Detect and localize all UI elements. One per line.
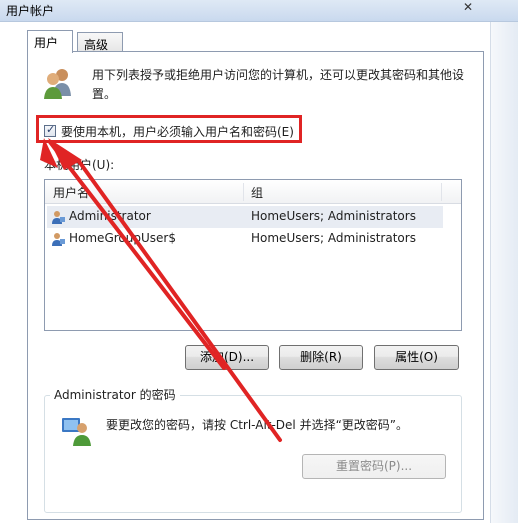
properties-button[interactable]: 属性(O) <box>374 345 459 370</box>
users-icon <box>44 69 71 99</box>
table-row[interactable]: HomeGroupUser$ HomeUsers; Administrators <box>47 228 443 250</box>
tab-users[interactable]: 用户 <box>27 30 73 53</box>
users-list: 用户名 组 Administrator HomeUsers; Administr… <box>44 179 462 331</box>
column-divider[interactable] <box>441 183 442 201</box>
password-groupbox-title: Administrator 的密码 <box>50 386 180 403</box>
add-user-button[interactable]: 添加(D)... <box>185 345 269 370</box>
user-accounts-window: 用户帐户 ✕ 用户 高级 用下列表授予或拒绝用户访问您的计算机，还可以更改其密码… <box>0 0 518 523</box>
intro-text: 用下列表授予或拒绝用户访问您的计算机，还可以更改其密码和其他设置。 <box>92 68 465 101</box>
user-icon <box>52 233 65 246</box>
delete-user-button[interactable]: 删除(R) <box>279 345 363 370</box>
user-name-cell: HomeGroupUser$ <box>69 231 176 245</box>
user-icon <box>52 211 65 224</box>
user-name-cell: Administrator <box>69 209 151 223</box>
admin-user-icon <box>62 418 91 446</box>
require-login-label[interactable]: 要使用本机，用户必须输入用户名和密码(E) <box>61 123 294 140</box>
window-title: 用户帐户 <box>6 4 55 18</box>
users-list-header: 用户名 组 <box>45 180 461 204</box>
close-icon[interactable]: ✕ <box>458 0 478 18</box>
table-row[interactable]: Administrator HomeUsers; Administrators <box>47 206 443 228</box>
password-change-hint: 要更改您的密码，请按 Ctrl-Alt-Del 并选择“更改密码”。 <box>106 418 409 432</box>
column-header-group[interactable]: 组 <box>251 184 263 201</box>
reset-password-button[interactable]: 重置密码(P)... <box>302 454 446 479</box>
local-users-label: 本机用户(U): <box>44 158 115 172</box>
window-frame-edge <box>490 22 518 523</box>
require-login-checkbox[interactable] <box>44 123 56 137</box>
users-tab-panel: 用下列表授予或拒绝用户访问您的计算机，还可以更改其密码和其他设置。 要使用本机，… <box>27 51 484 520</box>
user-group-cell: HomeUsers; Administrators <box>251 209 416 223</box>
user-group-cell: HomeUsers; Administrators <box>251 231 416 245</box>
title-bar: 用户帐户 ✕ <box>0 0 518 22</box>
column-divider[interactable] <box>243 183 244 201</box>
column-header-username[interactable]: 用户名 <box>53 184 89 201</box>
tab-advanced[interactable]: 高级 <box>77 32 123 52</box>
